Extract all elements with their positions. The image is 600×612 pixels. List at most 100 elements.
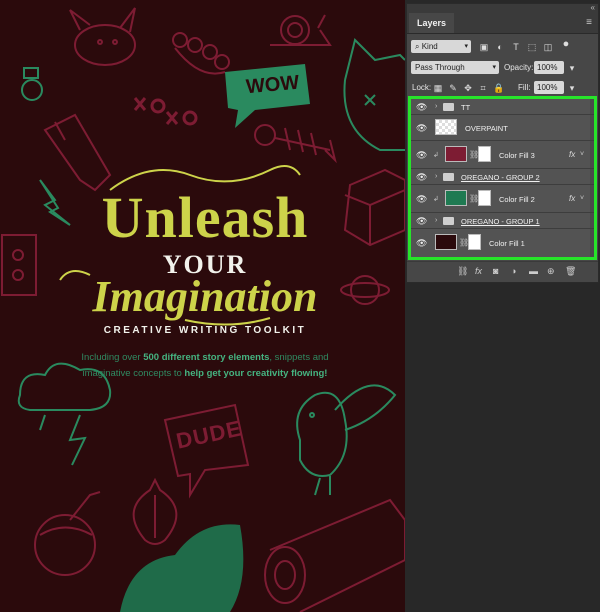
wow-bubble-text: WOW <box>245 71 301 99</box>
chevron-right-icon[interactable]: › <box>435 173 437 180</box>
lock-artboard-icon[interactable]: ⌗ <box>478 83 488 93</box>
layer-mask-thumbnail[interactable] <box>478 190 491 206</box>
title-unleash: Unleash <box>101 185 309 250</box>
panel-header-strip: « <box>407 3 598 13</box>
opacity-field[interactable]: 100% <box>534 61 564 74</box>
clipping-arrow-icon: ↲ <box>433 196 439 203</box>
layer-row[interactable]: 👁 ⛓ Color Fill 1 <box>411 229 594 257</box>
blend-mode-value: Pass Through <box>415 63 465 72</box>
trash-icon[interactable]: 🗑 <box>565 266 576 277</box>
visibility-eye-icon[interactable]: 👁 <box>416 102 427 113</box>
log-doodle <box>264 498 405 612</box>
blurb-bold1: 500 different story elements <box>143 352 270 363</box>
new-group-icon[interactable]: ▬ <box>529 266 538 276</box>
fill-swatch[interactable] <box>445 146 467 162</box>
link-layers-icon[interactable]: ⛓ <box>457 266 468 277</box>
new-layer-icon[interactable]: ⊕ <box>547 266 555 277</box>
chevron-down-icon: ▾ <box>464 43 468 50</box>
creature-doodle <box>69 7 136 66</box>
cat-doodle <box>343 38 405 151</box>
opacity-dropdown-icon[interactable]: ▾ <box>567 63 577 73</box>
garlic-doodle <box>132 477 178 545</box>
title-imagination: Imagination <box>92 272 318 321</box>
pencil-doodle <box>43 113 112 192</box>
adjustment-filter-icon[interactable]: ◐ <box>495 42 505 52</box>
layer-mask-thumbnail[interactable] <box>478 146 491 162</box>
adjustment-layer-icon[interactable]: ◑ <box>511 266 516 276</box>
layer-name: Color Fill 3 <box>499 151 535 160</box>
fx-icon[interactable]: fx <box>569 194 575 203</box>
visibility-eye-icon[interactable]: 👁 <box>416 123 427 134</box>
fishbone-doodle <box>254 124 337 164</box>
blurb-part1: Including over <box>81 352 144 363</box>
visibility-eye-icon[interactable]: 👁 <box>416 172 427 183</box>
lock-row: Lock: ▦ ✎ ✥ ⌗ 🔒 Fill: 100% ▾ <box>407 78 598 98</box>
visibility-eye-icon[interactable]: 👁 <box>416 194 427 205</box>
add-mask-icon[interactable]: ◙ <box>493 266 498 276</box>
layers-bottom-toolbar: ⛓ fx ◙ ◑ ▬ ⊕ 🗑 <box>407 261 598 282</box>
layers-panel: « Layers ≡ ⌕ Kind ▾ ▣ ◐ T ⬚ ◫ ● Pass Thro… <box>406 3 599 283</box>
layer-row[interactable]: 👁 › TT <box>411 99 594 115</box>
blurb-bold2: help get your creativity flowing! <box>184 368 328 379</box>
blend-mode-select[interactable]: Pass Through ▾ <box>411 61 499 74</box>
tab-layers[interactable]: Layers <box>409 13 455 33</box>
add-style-icon[interactable]: fx <box>475 266 482 276</box>
xoxo-doodle <box>133 97 198 126</box>
fx-icon[interactable]: fx <box>569 150 575 159</box>
layer-row[interactable]: 👁 › OREGANO - GROUP 1 <box>411 213 594 229</box>
collapse-panel-icon[interactable]: « <box>591 3 595 12</box>
blurb-text: Including over 500 different story eleme… <box>80 350 330 382</box>
layer-name: Color Fill 2 <box>499 195 535 204</box>
fill-dropdown-icon[interactable]: ▾ <box>567 83 577 93</box>
document-canvas[interactable]: WOW DUDE Unleash YOUR Imagination CREATI… <box>0 0 405 612</box>
chevron-down-icon[interactable]: ˅ <box>580 195 584 202</box>
layer-name: OVERPAINT <box>465 124 508 133</box>
fill-swatch[interactable] <box>435 234 457 250</box>
shape-filter-icon[interactable]: ⬚ <box>527 42 537 52</box>
filter-kind-select[interactable]: ⌕ Kind ▾ <box>411 40 471 53</box>
chevron-right-icon[interactable]: › <box>435 217 437 224</box>
fill-label: Fill: <box>518 83 531 92</box>
filter-row: ⌕ Kind ▾ ▣ ◐ T ⬚ ◫ ● <box>407 37 598 57</box>
search-icon: ⌕ <box>415 42 422 51</box>
lock-all-icon[interactable]: 🔒 <box>493 83 504 93</box>
layer-row[interactable]: 👁 › OREGANO - GROUP 2 <box>411 169 594 185</box>
smart-object-filter-icon[interactable]: ◫ <box>543 42 553 52</box>
chevron-down-icon[interactable]: ˅ <box>580 151 584 158</box>
panel-menu-icon[interactable]: ≡ <box>586 17 592 28</box>
fill-field[interactable]: 100% <box>534 81 564 94</box>
bird-doodle <box>296 384 397 496</box>
green-creature-doodle <box>120 524 244 612</box>
layer-row[interactable]: 👁 OVERPAINT <box>411 115 594 141</box>
coconut-doodle <box>34 491 101 576</box>
fill-swatch[interactable] <box>445 190 467 206</box>
layer-thumbnail <box>435 119 457 135</box>
layers-list: 👁 › TT 👁 OVERPAINT 👁 ↲ ⛓ Color Fill 3 fx… <box>408 96 597 260</box>
layer-row[interactable]: 👁 ↲ ⛓ Color Fill 2 fx ˅ <box>411 185 594 213</box>
folder-icon <box>443 217 454 225</box>
pixel-filter-icon[interactable]: ▣ <box>479 42 489 52</box>
lock-image-icon[interactable]: ✎ <box>448 83 458 93</box>
blend-row: Pass Through ▾ Opacity: 100% ▾ <box>407 58 598 78</box>
chevron-down-icon: ▾ <box>492 64 496 71</box>
snail-doodle <box>270 14 332 46</box>
layer-name: OREGANO - GROUP 1 <box>461 217 540 226</box>
lock-position-icon[interactable]: ✥ <box>463 83 473 93</box>
visibility-eye-icon[interactable]: 👁 <box>416 216 427 227</box>
layer-row[interactable]: 👁 ↲ ⛓ Color Fill 3 fx ˅ <box>411 141 594 169</box>
visibility-eye-icon[interactable]: 👁 <box>416 150 427 161</box>
type-filter-icon[interactable]: T <box>511 42 521 52</box>
filter-toggle-icon[interactable]: ● <box>561 39 571 50</box>
lock-label: Lock: <box>412 83 432 92</box>
filter-kind-label: Kind <box>421 42 438 51</box>
lock-transparent-icon[interactable]: ▦ <box>433 83 443 93</box>
layer-mask-thumbnail[interactable] <box>468 234 481 250</box>
layer-name: Color Fill 1 <box>489 239 525 248</box>
layer-name: TT <box>461 103 471 112</box>
layer-name: OREGANO - GROUP 2 <box>461 173 540 182</box>
layers-tabbar: Layers ≡ <box>407 13 598 34</box>
ring-doodle <box>21 67 43 101</box>
visibility-eye-icon[interactable]: 👁 <box>416 238 427 249</box>
chevron-right-icon[interactable]: › <box>435 103 437 110</box>
folder-icon <box>443 173 454 181</box>
